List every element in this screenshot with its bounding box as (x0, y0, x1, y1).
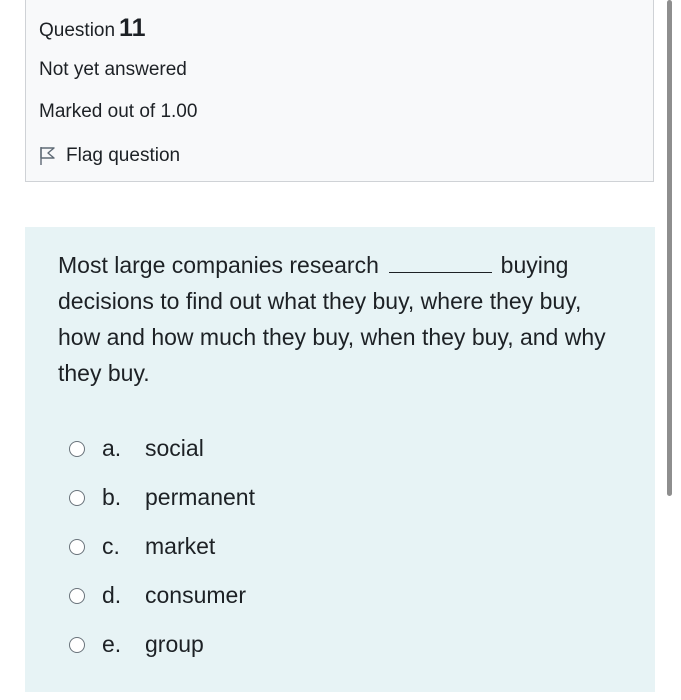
answer-blank (389, 254, 493, 273)
answer-option-c[interactable]: c. market (69, 522, 255, 571)
answer-text: group (145, 631, 204, 657)
radio-button[interactable] (69, 587, 85, 604)
answer-option-e[interactable]: e. group (69, 620, 255, 669)
answer-letter: a. (102, 435, 122, 461)
answer-letter: b. (102, 484, 122, 510)
answer-letter: e. (102, 631, 122, 657)
radio-button[interactable] (69, 440, 85, 457)
question-state: Not yet answered (39, 59, 187, 80)
answer-text: permanent (145, 484, 255, 510)
question-text: Most large companies research buying dec… (58, 247, 618, 391)
answer-list: a. social b. permanent c. market d. cons… (69, 424, 255, 669)
question-grade: Marked out of 1.00 (39, 101, 198, 122)
radio-button[interactable] (69, 538, 85, 555)
question-number: 11 (119, 14, 146, 42)
radio-button[interactable] (69, 489, 85, 506)
flag-question-button[interactable]: Flag question (39, 145, 180, 167)
answer-text: consumer (145, 582, 246, 608)
answer-letter: d. (102, 582, 122, 608)
question-content: Most large companies research buying dec… (25, 227, 655, 692)
question-heading: Question 11 (39, 14, 145, 43)
flag-icon (39, 146, 57, 166)
answer-option-d[interactable]: d. consumer (69, 571, 255, 620)
answer-option-a[interactable]: a. social (69, 424, 255, 473)
radio-button[interactable] (69, 636, 85, 653)
question-label: Question (39, 20, 116, 41)
answer-text: market (145, 533, 216, 559)
flag-question-label: Flag question (66, 145, 181, 166)
scrollbar-thumb[interactable] (667, 0, 672, 496)
quiz-page: Question 11 Not yet answered Marked out o… (0, 0, 681, 700)
answer-letter: c. (102, 533, 120, 559)
answer-text: social (145, 435, 204, 461)
question-info-panel: Question 11 Not yet answered Marked out o… (25, 0, 654, 182)
answer-option-b[interactable]: b. permanent (69, 473, 255, 522)
question-text-start: Most large companies research (58, 252, 379, 278)
